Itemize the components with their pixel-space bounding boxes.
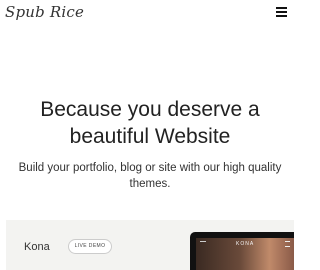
preview-menu-icon [285, 241, 290, 247]
hamburger-menu-icon[interactable] [276, 6, 290, 19]
hero-title-line-2: beautiful Website [69, 125, 231, 148]
live-demo-button[interactable]: LIVE DEMO [68, 239, 112, 254]
hero-subtitle-line-1: Build your portfolio, blog or site with … [18, 162, 282, 174]
theme-preview-screen: KONA [196, 238, 294, 270]
theme-name: Kona [24, 241, 50, 253]
site-logo[interactable]: Spub Rice [5, 3, 84, 21]
theme-demo-card: Kona LIVE DEMO KONA [6, 220, 294, 270]
preview-nav-line [200, 241, 206, 242]
hero-subtitle: Build your portfolio, blog or site with … [10, 160, 290, 192]
hero-title-line-1: Because you deserve a [40, 98, 260, 121]
preview-title: KONA [236, 241, 255, 247]
hero-title: Because you deserve a beautiful Website [0, 96, 300, 150]
menu-line [276, 7, 287, 9]
menu-line [276, 15, 287, 17]
hero-subtitle-line-2: themes. [129, 178, 171, 190]
site-header: Spub Rice [0, 0, 300, 30]
menu-line [276, 11, 287, 13]
theme-preview-device[interactable]: KONA [190, 232, 294, 270]
